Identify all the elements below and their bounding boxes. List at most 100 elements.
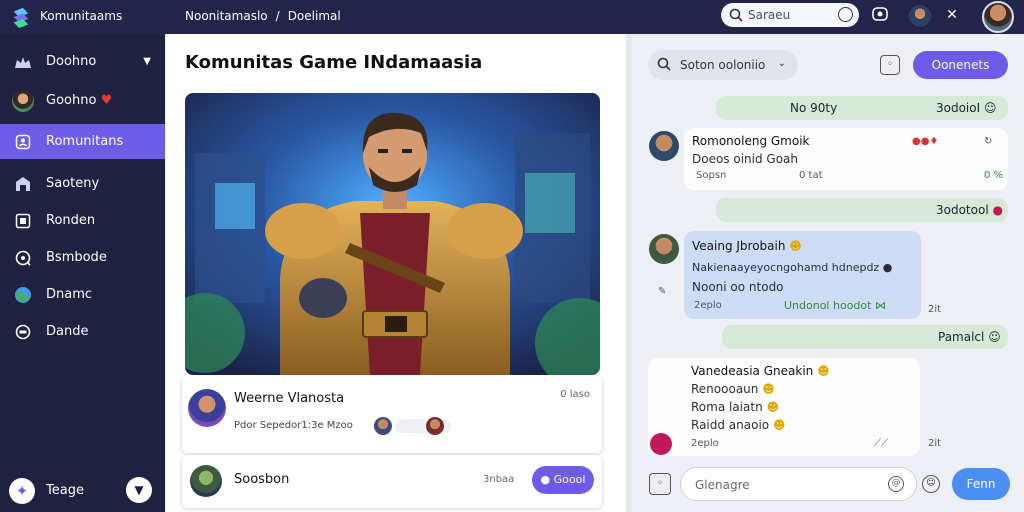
emoji-icon[interactable]: ☺ <box>922 475 940 493</box>
sidebar-item-label: Saoteny <box>46 176 100 191</box>
search-placeholder: Saraeu <box>748 8 791 22</box>
breadcrumb-item[interactable]: Noonitamaslo <box>185 9 268 23</box>
close-icon[interactable]: ✕ <box>942 5 962 25</box>
user-avatar-small[interactable] <box>909 5 931 27</box>
user-name[interactable]: Soosbon <box>234 472 289 487</box>
chat-message-in[interactable]: Vanedeasia Gneakin ☻ Renoooaun ☻ Roma la… <box>648 358 920 456</box>
message-status: 3odoioI ☺ <box>936 101 997 115</box>
author-avatar[interactable] <box>188 389 226 427</box>
sender-name[interactable]: Romonoleng Gmoik <box>692 134 810 148</box>
sidebar-item-label: Ronden <box>46 213 96 228</box>
chevron-down-icon[interactable]: ▼ <box>143 56 151 67</box>
breadcrumb: Noonitamaslo / Doelimal <box>185 9 341 23</box>
sidebar-item-saoteny[interactable]: Saoteny <box>0 166 165 201</box>
user-avatar[interactable] <box>190 465 222 497</box>
globe-icon <box>12 284 34 306</box>
sidebar-item-label: Goohno ♥ <box>46 93 113 108</box>
sidebar-item-ronden[interactable]: Ronden <box>0 203 165 238</box>
sidebar-item-bsmbode[interactable]: Bsmbode <box>0 240 165 275</box>
smile-emoji-icon: ☻ <box>762 382 775 396</box>
user-card[interactable]: Soosbon 3nbaa ● Goool <box>182 455 602 508</box>
message-input[interactable]: Glenagre @ <box>680 467 917 501</box>
message-text: Nakienaayeyocngohamd hdnepdz ● <box>692 261 893 274</box>
chat-filter-label: Soton ooloniio <box>680 58 766 72</box>
sidebar-footer-label: Teage <box>46 483 84 498</box>
smile-emoji-icon: ● <box>882 261 893 274</box>
sidebar-item-label: Doohno <box>46 54 97 69</box>
chat-message-out[interactable]: 3odotool ● <box>716 198 1008 222</box>
smile-emoji-icon: ☺ <box>983 101 997 115</box>
user-subtitle: 3nbaa <box>483 474 515 485</box>
sender-avatar[interactable] <box>649 131 679 161</box>
message-meta-mid: 0 tat <box>799 170 823 181</box>
chevron-down-icon[interactable]: ▼ <box>126 477 152 503</box>
chevron-down-icon: ⌄ <box>777 58 786 69</box>
message-meta-left: 2eplo <box>691 438 719 449</box>
post-time: 0 laso <box>560 389 590 400</box>
participant-avatar[interactable] <box>374 417 392 435</box>
profile-avatar-icon <box>12 89 34 112</box>
chat-panel: Soton ooloniio ⌄ ◦ Oonenets No 90ty 3odo… <box>632 34 1024 512</box>
app-logo-icon[interactable] <box>10 6 32 28</box>
message-text: Nooni oo ntodo <box>692 280 784 294</box>
message-status: 3odotool ● <box>936 203 1003 217</box>
chat-filter-dropdown[interactable]: Soton ooloniio ⌄ <box>648 50 798 80</box>
sidebar-item-label: Romunitans <box>46 134 124 149</box>
message-time: 2it <box>928 304 942 315</box>
attachment-icon[interactable]: ◦ <box>880 55 900 75</box>
sidebar-item-doohno[interactable]: Doohno ▼ <box>0 44 165 79</box>
heart-icon: ♥ <box>100 93 113 108</box>
chat-message-in[interactable]: Veaing Jbrobaih ☻ Nakienaayeyocngohamd h… <box>684 231 921 319</box>
sidebar-item-dande[interactable]: Dande <box>0 314 165 349</box>
frame-icon <box>12 210 34 232</box>
follow-button[interactable]: ● Goool <box>532 466 594 494</box>
new-chat-button[interactable]: Oonenets <box>913 51 1008 79</box>
send-button[interactable]: Fenn <box>952 468 1010 500</box>
mention-icon[interactable]: @ <box>888 476 904 492</box>
filter-circle-icon[interactable] <box>838 7 853 22</box>
settings-icon[interactable]: ✦ <box>9 478 35 504</box>
smile-emoji-icon: ☻ <box>772 418 786 432</box>
chat-message-out[interactable]: No 90ty 3odoioI ☺ <box>716 96 1008 120</box>
message-meta-left: Sopsn <box>696 170 727 181</box>
sidebar-item-romunitans[interactable]: Romunitans <box>0 124 165 159</box>
message-text: Pamalcl ☺ <box>938 330 1001 344</box>
reply-icon[interactable]: ✎ <box>658 286 666 297</box>
message-meta-right: Undonol hoodot ⋈ <box>784 299 886 312</box>
headset-icon <box>12 247 34 269</box>
message-time: 2it <box>928 438 942 449</box>
message-text: No 90ty <box>790 101 838 115</box>
profile-avatar[interactable] <box>982 1 1014 33</box>
sender-name[interactable]: Veaing Jbrobaih ☻ <box>692 239 802 253</box>
smile-emoji-icon: ☻ <box>789 239 802 253</box>
message-text: Raidd anaoio ☻ <box>691 418 786 432</box>
community-icon <box>12 131 34 153</box>
hero-image[interactable] <box>185 93 600 375</box>
chat-icon <box>12 321 34 343</box>
attach-icon[interactable]: ◦ <box>649 473 671 495</box>
smile-emoji-icon: ☺ <box>988 330 1001 344</box>
reaction-emoji-icon[interactable]: ●●♦ <box>912 136 938 147</box>
post-card[interactable]: Weerne Vlanosta 0 laso Pdor Sepedor1:3e … <box>182 375 602 453</box>
chat-message-in[interactable]: Romonoleng Gmoik Doeos oinid Goah ●●♦ ↻ … <box>684 128 1008 190</box>
sender-avatar[interactable] <box>649 234 679 264</box>
smile-emoji-icon: ☻ <box>766 400 780 414</box>
search-input[interactable]: Saraeu <box>721 3 859 27</box>
camera-icon[interactable] <box>870 5 890 25</box>
chat-message-out[interactable]: Pamalcl ☺ <box>722 325 1008 349</box>
main-content: Komunitas Game INdamaasia Weerne Vlanost… <box>166 34 626 512</box>
post-author[interactable]: Weerne Vlanosta <box>234 391 344 406</box>
sidebar-item-goohno[interactable]: Goohno ♥ <box>0 83 165 118</box>
sender-name[interactable]: Vanedeasia Gneakin ☻ <box>691 364 830 378</box>
sidebar-item-label: Bsmbode <box>46 250 107 265</box>
breadcrumb-item[interactable]: Doelimal <box>288 9 341 23</box>
post-meta: Pdor Sepedor1:3e Mzoo <box>234 420 353 431</box>
sidebar-item-dnamc[interactable]: Dnamc <box>0 277 165 312</box>
sticker-icon[interactable] <box>650 433 672 455</box>
chat-bubble-icon: ● <box>540 473 551 486</box>
page-title: Komunitas Game INdamaasia <box>185 52 483 73</box>
participant-avatar[interactable] <box>426 417 444 435</box>
message-composer: ◦ Glenagre @ ☺ Fenn <box>632 462 1024 512</box>
message-meta-right: 0 % <box>984 170 1004 181</box>
heart-icon: ● <box>992 203 1003 217</box>
